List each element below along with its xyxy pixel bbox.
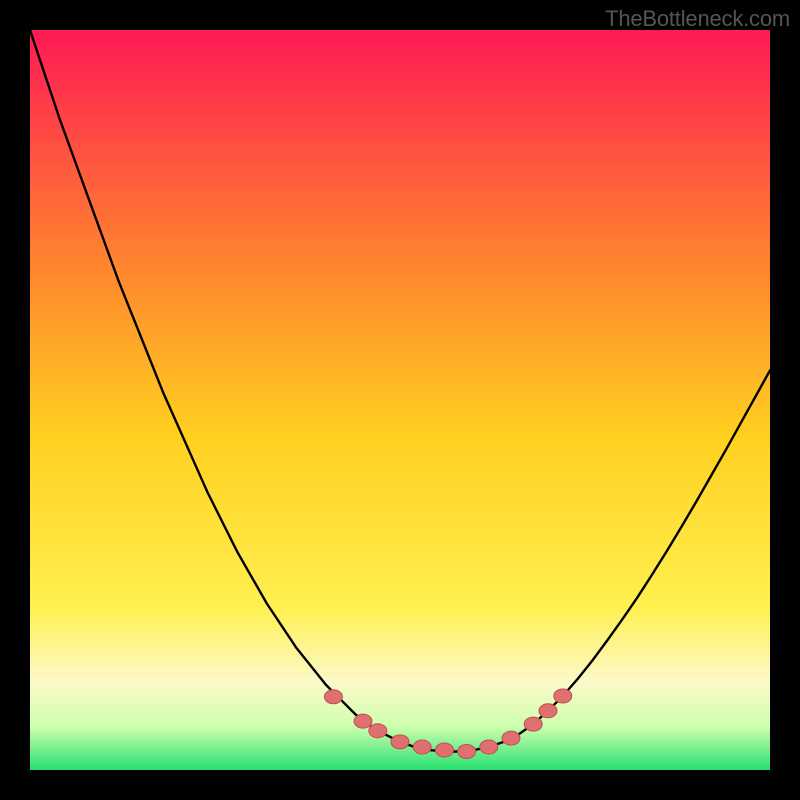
data-marker (539, 704, 557, 718)
data-marker (354, 714, 372, 728)
data-marker (391, 735, 409, 749)
data-marker (369, 724, 387, 738)
data-marker (435, 743, 453, 757)
gradient-bg (30, 30, 770, 770)
data-marker (502, 731, 520, 745)
chart-root: TheBottleneck.com (0, 0, 800, 800)
data-marker (554, 689, 572, 703)
plot-svg (30, 30, 770, 770)
data-marker (524, 717, 542, 731)
plot-area (30, 30, 770, 770)
data-marker (458, 745, 476, 759)
data-marker (324, 690, 342, 704)
watermark-text: TheBottleneck.com (605, 6, 790, 32)
data-marker (413, 740, 431, 754)
data-marker (480, 740, 498, 754)
